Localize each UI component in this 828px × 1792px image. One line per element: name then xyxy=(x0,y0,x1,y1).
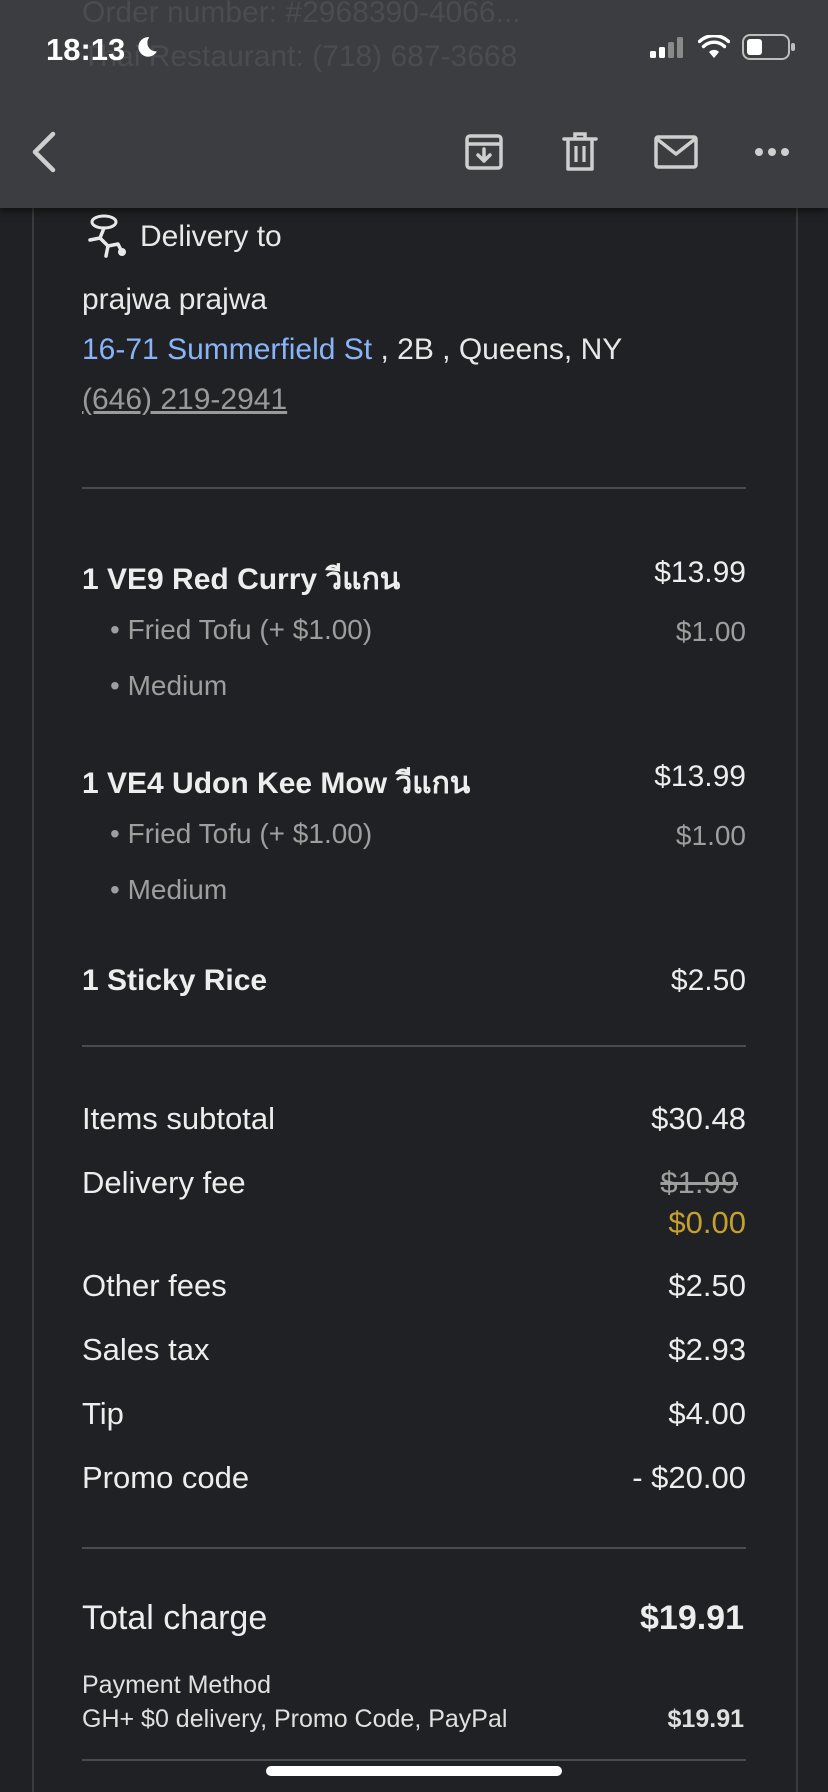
more-horizontal-icon[interactable] xyxy=(744,124,800,180)
moon-icon xyxy=(133,32,159,68)
status-bar-indicators xyxy=(650,34,796,65)
delivery-person-icon xyxy=(82,214,128,263)
scrolled-order-number: Order number: #2968390-4066... xyxy=(82,0,521,29)
back-arrow-icon[interactable] xyxy=(16,124,72,180)
cellular-signal-icon xyxy=(650,36,686,63)
order-receipt-card xyxy=(32,150,798,1792)
battery-icon xyxy=(742,34,796,65)
status-bar-time-group: 18:13 xyxy=(46,32,159,68)
trash-icon[interactable] xyxy=(552,124,608,180)
status-time: 18:13 xyxy=(46,32,126,67)
mail-icon[interactable] xyxy=(648,124,704,180)
wifi-icon xyxy=(697,34,731,64)
archive-icon[interactable] xyxy=(456,124,512,180)
email-screen: Order number: #2968390-4066... Thai Rest… xyxy=(0,0,828,1792)
home-indicator[interactable] xyxy=(266,1766,562,1776)
